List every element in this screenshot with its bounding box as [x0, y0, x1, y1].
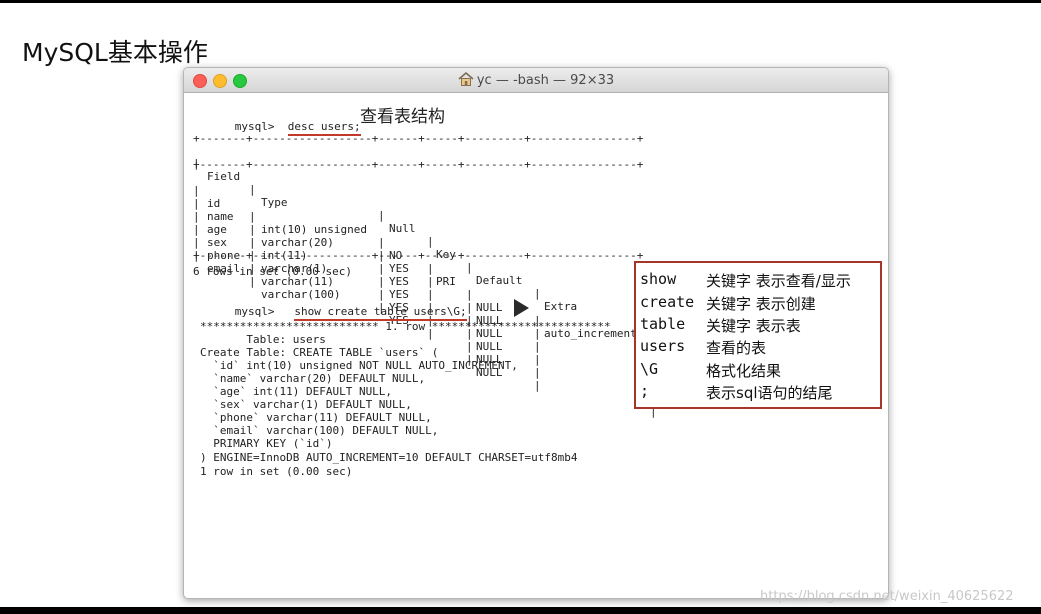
slide: MySQL基本操作 yc — -bash — 92×33 mysql> desc…	[0, 3, 1041, 607]
cell-type: int(10) unsigned	[261, 223, 367, 236]
cell-key: PRI	[436, 275, 456, 288]
header-type: Type	[261, 196, 288, 209]
header-extra: Extra	[544, 300, 578, 313]
play-icon[interactable]	[514, 299, 529, 317]
slide-title: MySQL基本操作	[22, 38, 208, 67]
annotation-desc: 查看表结构	[360, 107, 445, 127]
output-line: `phone` varchar(11) DEFAULT NULL,	[200, 411, 432, 424]
legend-desc: 查看的表	[706, 339, 767, 357]
legend-desc: 关键字 表示查看/显示	[706, 272, 851, 290]
output-line: 1 row in set (0.00 sec)	[200, 465, 353, 478]
legend-key: table	[640, 315, 686, 333]
window-titlebar[interactable]: yc — -bash — 92×33	[184, 68, 888, 93]
output-line: ) ENGINE=InnoDB AUTO_INCREMENT=10 DEFAUL…	[200, 451, 578, 464]
output-line: `sex` varchar(1) DEFAULT NULL,	[200, 398, 412, 411]
header-default: Default	[476, 274, 523, 287]
cell-default: NULL	[476, 301, 503, 314]
legend-key: show	[640, 270, 677, 288]
legend-key: users	[640, 337, 686, 355]
output-line: `id` int(10) unsigned NOT NULL AUTO_INCR…	[200, 359, 518, 372]
keyword-legend: show 关键字 表示查看/显示 create 关键字 表示创建 table 关…	[634, 261, 882, 409]
desc-table: +-------+------------------+------+-----…	[184, 68, 888, 418]
output-line: `email` varchar(100) DEFAULT NULL,	[200, 424, 439, 437]
table-border-mid: +-------+------------------+------+-----…	[193, 158, 644, 171]
output-line: *************************** 1. row *****…	[200, 320, 611, 333]
output-line: `name` varchar(20) DEFAULT NULL,	[200, 372, 426, 385]
cell-null: YES	[389, 262, 409, 275]
rows-summary: 6 rows in set (0.00 sec)	[193, 265, 352, 278]
legend-desc: 关键字 表示创建	[706, 295, 816, 313]
legend-desc: 关键字 表示表	[706, 317, 801, 335]
legend-desc: 格式化结果	[706, 362, 782, 380]
window-title: yc — -bash — 92×33	[476, 73, 615, 88]
legend-key: ;	[640, 382, 650, 400]
table-border-bottom: +-------+------------------+------+-----…	[193, 249, 644, 262]
table-border-top: +-------+------------------+------+-----…	[193, 132, 644, 145]
cell-type: varchar(20)	[261, 236, 334, 249]
header-null: Null	[389, 222, 416, 235]
prompt: mysql>	[234, 305, 275, 318]
command-show-create: show create table users\G;	[294, 305, 467, 321]
cell-default: NULL	[476, 340, 503, 353]
output-line: `age` int(11) DEFAULT NULL,	[200, 385, 393, 398]
output-line: PRIMARY KEY (`id`)	[200, 437, 333, 450]
output-line: Create Table: CREATE TABLE `users` (	[200, 346, 439, 359]
cell-null: YES	[389, 275, 409, 288]
watermark: https://blog.csdn.net/weixin_40625622	[760, 589, 1014, 604]
legend-desc: 表示sql语句的结尾	[706, 384, 833, 402]
output-line: Table: users	[200, 333, 326, 346]
legend-key: create	[640, 293, 695, 311]
home-icon	[458, 72, 474, 86]
legend-key: \G	[640, 360, 659, 378]
window-title-container: yc — -bash — 92×33	[184, 72, 888, 88]
